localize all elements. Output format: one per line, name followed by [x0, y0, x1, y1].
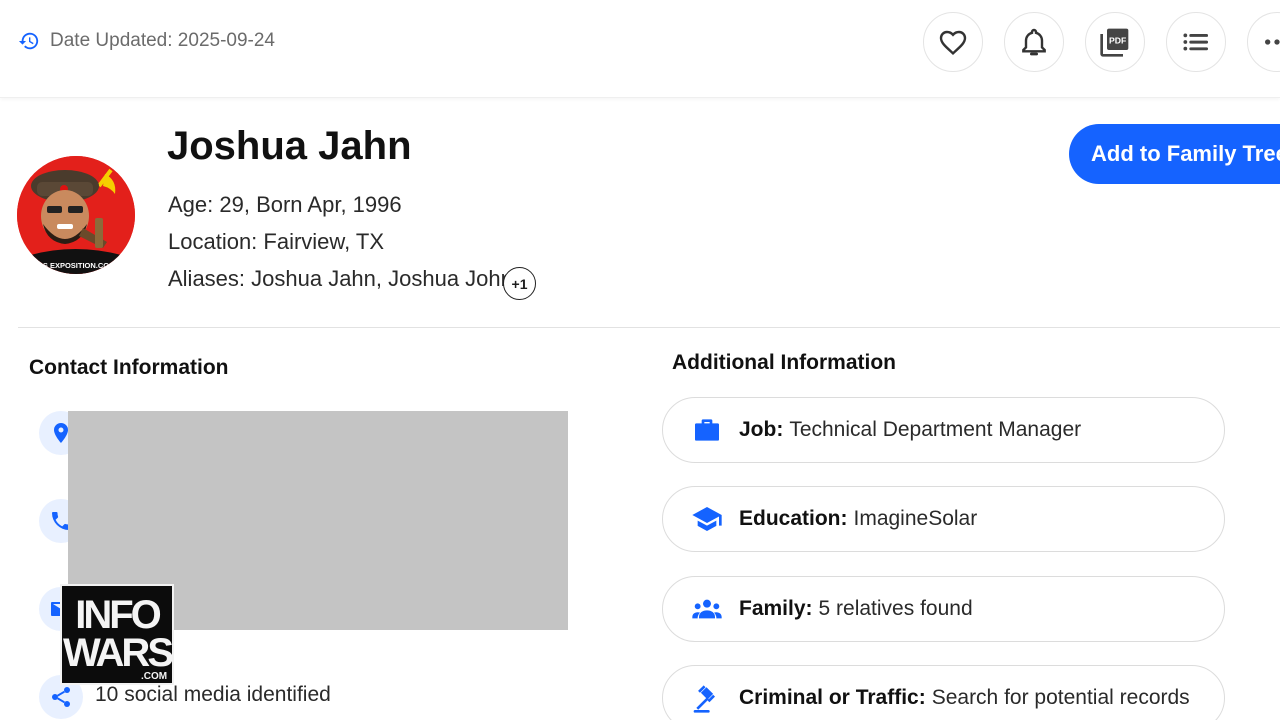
job-value: Technical Department Manager	[789, 418, 1082, 441]
contact-information-title: Contact Information	[29, 356, 229, 379]
date-updated-text: Date Updated: 2025-09-24	[50, 30, 275, 51]
svg-text:WARS: WARS	[63, 631, 172, 675]
education-card[interactable]: Education: ImagineSolar	[662, 486, 1225, 552]
family-value: 5 relatives found	[818, 597, 973, 620]
list-icon	[1183, 33, 1208, 51]
list-button[interactable]	[1166, 12, 1226, 72]
family-card[interactable]: Family: 5 relatives found	[662, 576, 1225, 642]
more-button[interactable]	[1247, 12, 1280, 72]
group-icon	[692, 599, 722, 619]
svg-text:.COM: .COM	[141, 671, 167, 682]
heart-icon	[939, 30, 967, 55]
pdf-button[interactable]: PDF	[1085, 12, 1145, 72]
aliases-line: Aliases: Joshua Jahn, Joshua John	[168, 266, 513, 291]
graduation-cap-icon	[692, 507, 722, 531]
history-icon	[18, 32, 39, 50]
job-label: Job:	[739, 418, 784, 441]
divider	[18, 327, 1280, 328]
alerts-button[interactable]	[1004, 12, 1064, 72]
gavel-icon	[693, 685, 715, 713]
age-line: Age: 29, Born Apr, 1996	[168, 192, 402, 217]
criminal-traffic-value: Search for potential records	[931, 686, 1190, 709]
svg-text:…S EXPOSITION.CO…: …S EXPOSITION.CO…	[35, 261, 116, 270]
person-name: Joshua Jahn	[167, 124, 412, 168]
location-line: Location: Fairview, TX	[168, 229, 385, 254]
job-card[interactable]: Job: Technical Department Manager	[662, 397, 1225, 463]
watermark-graphic: INFO WARS .COM	[62, 586, 172, 683]
infowars-watermark-logo: INFO WARS .COM	[60, 584, 174, 685]
briefcase-icon	[695, 419, 719, 441]
criminal-traffic-card[interactable]: Criminal or Traffic: Search for potentia…	[662, 665, 1225, 720]
family-label: Family:	[739, 597, 813, 620]
add-to-family-tree-button[interactable]: Add to Family Tree	[1069, 124, 1280, 184]
criminal-traffic-label: Criminal or Traffic:	[739, 686, 926, 709]
aliases-more-badge[interactable]: +1	[503, 267, 536, 300]
top-actions: PDF	[923, 12, 1280, 72]
svg-text:PDF: PDF	[1109, 35, 1126, 45]
favorite-button[interactable]	[923, 12, 983, 72]
share-icon	[52, 687, 70, 707]
avatar-illustration: …S EXPOSITION.CO…	[17, 156, 135, 274]
top-bar: Date Updated: 2025-09-24 PDF	[0, 0, 1280, 98]
additional-information-title: Additional Information	[672, 351, 896, 374]
bell-icon	[1022, 28, 1046, 56]
pdf-icon: PDF	[1100, 28, 1129, 57]
social-media-count: 10 social media identified	[95, 683, 331, 706]
more-icon	[1265, 39, 1280, 45]
education-value: ImagineSolar	[853, 507, 978, 530]
avatar: …S EXPOSITION.CO…	[17, 156, 135, 274]
date-updated: Date Updated: 2025-09-24	[18, 30, 275, 52]
education-label: Education:	[739, 507, 848, 530]
